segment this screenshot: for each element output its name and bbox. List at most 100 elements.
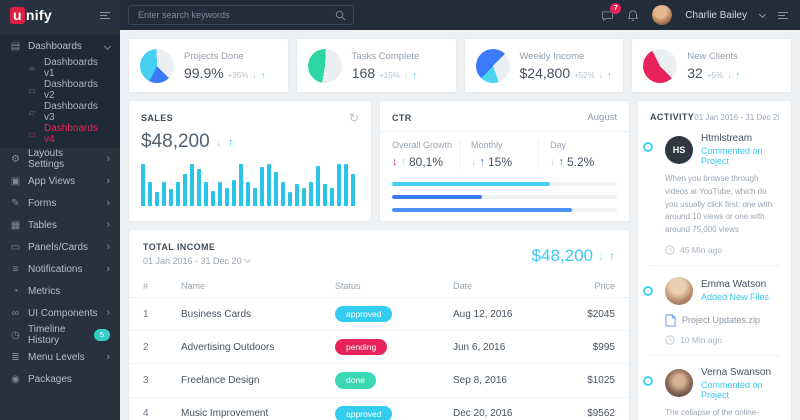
forms-icon: ✎ (11, 197, 20, 209)
sidebar-item-dashboards-v3[interactable]: ▱ Dashboards v3 (0, 101, 120, 123)
clock-icon (665, 335, 675, 345)
sidebar-item-label: Timeline History (28, 324, 66, 346)
sidebar-item-menu-levels[interactable]: ≣ Menu Levels › (0, 346, 120, 368)
activity-title: ACTIVITY (650, 112, 695, 122)
logo-area: u nify (0, 0, 120, 30)
stat-card-3[interactable]: New Clients 32 +5% ↓ ↑ (631, 38, 792, 93)
user-name[interactable]: Charlie Bailey (685, 10, 747, 21)
sidebar-item-label: Panels/Cards (28, 241, 89, 253)
stat-card-1[interactable]: Tasks Complete 168 +15% ↓ ↑ (295, 38, 457, 93)
stat-body: Projects Done 99.9% +35% ↓ ↑ (184, 51, 265, 81)
notifications-icon: ≡ (12, 263, 19, 275)
arrow-down-icon: ↓ (252, 69, 257, 80)
sidebar-item-ui-components[interactable]: ∞ UI Components › (0, 302, 120, 324)
app-views-icon: ▣ (10, 175, 21, 187)
dashboards-v3-icon: ▱ (28, 107, 36, 117)
sidebar-collapse-icon[interactable] (100, 11, 110, 19)
arrow-down-icon: ↓ (550, 155, 556, 168)
status-badge: pending (335, 339, 388, 356)
cell-name: Advertising Outdoors (167, 330, 321, 365)
sidebar-item-dashboards-v1[interactable]: ∞ Dashboards v1 (0, 57, 120, 79)
user-avatar[interactable] (652, 5, 673, 25)
cell-num: 4 (129, 397, 167, 420)
activity-action-link[interactable]: Commented on Project (701, 380, 779, 400)
sidebar-item-label: Menu Levels (28, 351, 85, 363)
total-income-card: TOTAL INCOME 01 Jan 2016 - 31 Dec 20 $48… (128, 229, 630, 420)
chevron-down-icon (103, 42, 112, 50)
notifications-bell-icon[interactable] (627, 9, 639, 22)
activity-action-link[interactable]: Added New Files (701, 292, 769, 302)
ctr-metric-label: Day (550, 140, 567, 150)
activity-date-range[interactable]: 01 Jan 2016 - 31 Dec 20 (694, 113, 779, 122)
activity-user-block: Emma Watson Added New Files (701, 279, 769, 302)
sales-bar (246, 181, 250, 206)
sidebar-item-tables[interactable]: ▦ Tables › (0, 214, 120, 236)
sales-bar (351, 174, 355, 206)
sales-bar (295, 184, 299, 206)
table-header-name: Name (167, 275, 321, 298)
sales-bar (176, 181, 180, 206)
cell-price: $995 (557, 330, 629, 365)
user-menu-chevron-icon[interactable] (758, 10, 767, 18)
activity-action-link[interactable]: Commented on Project (701, 146, 779, 166)
sidebar-item-app-views[interactable]: ▣ App Views › (0, 170, 120, 192)
sales-bar (239, 164, 243, 206)
table-row[interactable]: 2 Advertising Outdoors pending Jun 6, 2016 $… (129, 330, 629, 365)
activity-file-attachment[interactable]: Project Updates.zip (665, 314, 779, 327)
arrow-up-icon: ↑ (558, 155, 565, 168)
cell-date: Dec 20, 2016 (439, 397, 557, 420)
sidebar-item-panels-cards[interactable]: ▭ Panels/Cards › (0, 236, 120, 258)
sidebar-item-dashboards-v4[interactable]: ▭ Dashboards v4 (0, 123, 120, 145)
income-date-range[interactable]: 01 Jan 2016 - 31 Dec 20 (143, 255, 251, 266)
status-badge: approved (335, 405, 393, 420)
stat-card-2[interactable]: Weekly Income $24,800 +52% ↓ ↑ (463, 38, 625, 93)
table-row[interactable]: 4 Music Improvement approved Dec 20, 2016 $9… (129, 397, 629, 420)
activity-item-header: Verna Swanson Commented on Project (665, 367, 779, 400)
dashboard-grid: SALES ↻ $48,200 ↓ ↑ CTR August Overall G… (128, 100, 792, 420)
status-badge: done (335, 372, 376, 389)
sidebar-item-metrics[interactable]: ◔ Metrics (0, 280, 120, 302)
sidebar-item-dashboards[interactable]: ▤ Dashboards (0, 35, 120, 57)
topbar: unify 7 Charlie Bailey (0, 0, 800, 30)
timeline-ring-icon (643, 285, 653, 296)
messages-icon[interactable]: 7 (601, 2, 622, 22)
search-input[interactable] (136, 9, 329, 21)
ui-components-icon: ∞ (11, 307, 20, 319)
app-logo[interactable]: u nify (10, 7, 52, 24)
stat-delta: +52% (574, 70, 595, 80)
activity-panel: ACTIVITY 01 Jan 2016 - 31 Dec 20 HS Htmls… (637, 100, 792, 420)
dashboards-v2-icon: ▭ (28, 85, 36, 95)
sidebar-item-label: Dashboards v3 (44, 101, 98, 123)
search-icon[interactable] (335, 10, 346, 21)
sidebar-item-notifications[interactable]: ≡ Notifications › (0, 258, 120, 280)
sidebar-item-dashboards-v2[interactable]: ▭ Dashboards v2 (0, 79, 120, 101)
sidebar-item-forms[interactable]: ✎ Forms › (0, 192, 120, 214)
topbar-actions: 7 Charlie Bailey (601, 2, 800, 25)
topbar-menu-icon[interactable] (778, 11, 788, 19)
chevron-right-icon: › (106, 174, 110, 187)
sidebar-item-layouts-settings[interactable]: ⚙ Layouts Settings › (0, 148, 120, 170)
sales-title: SALES (141, 113, 174, 123)
table-header-status: Status (321, 275, 439, 298)
dashboards-v1-icon: ∞ (29, 63, 35, 73)
ctr-period[interactable]: August (587, 112, 617, 123)
arrow-up-icon: ↑ (607, 69, 612, 80)
stat-label: New Clients (687, 50, 738, 62)
avatar: HS (665, 135, 693, 164)
table-row[interactable]: 3 Freelance Design done Sep 8, 2016 $1025 (129, 363, 629, 398)
cell-name: Business Cards (167, 297, 321, 332)
timeline-ring-icon (643, 375, 653, 386)
arrow-down-icon: ↓ (598, 249, 604, 263)
sidebar-item-timeline-history[interactable]: ◷ Timeline History 5 (0, 324, 120, 346)
refresh-icon[interactable]: ↻ (349, 112, 359, 124)
layouts-settings-icon: ⚙ (11, 153, 20, 165)
search-bar[interactable] (128, 5, 354, 25)
table-row[interactable]: 1 Business Cards approved Aug 12, 2016 $2045 (129, 297, 629, 332)
income-table: # Name Status Date Price 1 Business Cards appr… (129, 275, 629, 420)
activity-user-name: Verna Swanson (701, 366, 772, 378)
sidebar-item-packages[interactable]: ◉ Packages (0, 368, 120, 390)
cell-status: pending (321, 330, 439, 365)
stat-delta: +35% (227, 70, 249, 80)
sales-bar (323, 184, 327, 206)
stat-card-0[interactable]: Projects Done 99.9% +35% ↓ ↑ (128, 38, 289, 93)
